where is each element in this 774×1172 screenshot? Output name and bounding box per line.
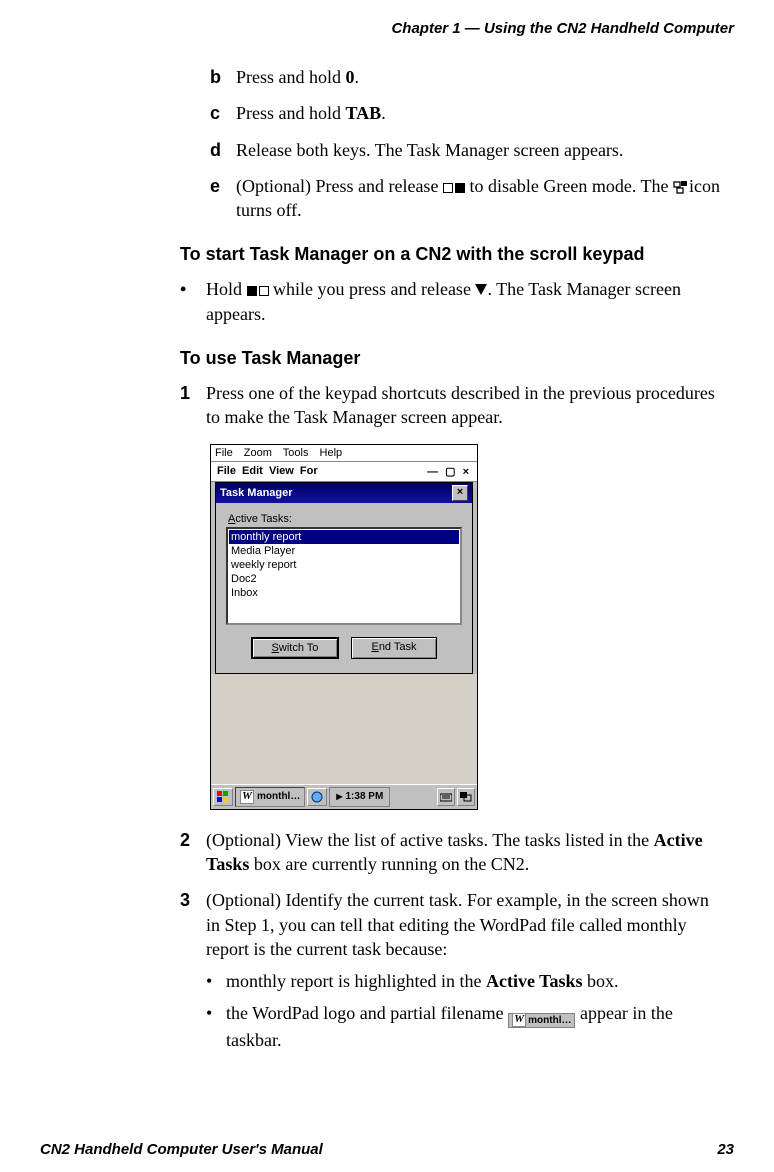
step-c-post: . [381,103,386,123]
step-marker-2: 2 [180,828,206,877]
taskbar-task[interactable]: W monthl… [235,787,305,807]
step-marker-c: c [210,101,236,125]
task-manager-screenshot: File Zoom Tools Help File Edit View For … [210,444,724,810]
active-tasks-listbox[interactable]: monthly report Media Player weekly repor… [226,527,462,625]
background-titlebar: File Edit View For — ▢ × [211,462,477,482]
step-b-post: . [355,67,360,87]
step-e-pre: (Optional) Press and release [236,176,443,196]
heading-use-task-manager: To use Task Manager [180,348,724,369]
step-e-mid: to disable Green mode. The [465,176,673,196]
page-number: 23 [717,1141,734,1158]
step-b: b Press and hold 0. [210,65,724,89]
end-task-button[interactable]: End Task [351,637,437,659]
step-c-key: TAB [346,103,382,123]
bullet-scroll: • Hold while you press and release . The… [180,277,724,326]
bullet-marker: • [180,277,206,326]
list-item[interactable]: Inbox [229,586,459,600]
globe-icon [311,791,323,803]
menu-help[interactable]: Help [320,447,343,459]
desktop-button[interactable] [307,788,327,806]
tray-keyboard-icon[interactable] [437,788,455,806]
wordpad-icon: W [512,1013,526,1027]
taskbar-task-label: monthl… [257,791,300,802]
switch-to-button[interactable]: Switch To [251,637,339,659]
heading-scroll-keypad: To start Task Manager on a CN2 with the … [180,244,724,265]
windows-icon [217,791,229,803]
sub1-post: box. [583,971,619,991]
step-b-key: 0 [346,67,355,87]
step-3-sub2: • the WordPad logo and partial filename … [206,1001,724,1052]
outer-menubar: File Zoom Tools Help [211,445,477,462]
bullet-pre: Hold [206,279,247,299]
active-tasks-label: Active Tasks: [228,513,462,525]
list-item[interactable]: monthly report [229,530,459,544]
close-icon[interactable]: × [452,485,468,501]
step-1-text: Press one of the keypad shortcuts descri… [206,381,724,430]
step-1: 1 Press one of the keypad shortcuts desc… [180,381,724,430]
menu-tools[interactable]: Tools [283,447,309,459]
step-3-text: (Optional) Identify the current task. Fo… [206,890,709,959]
step-c: c Press and hold TAB. [210,101,724,125]
step-d: d Release both keys. The Task Manager sc… [210,138,724,162]
sub1-pre: monthly report is highlighted in the [226,971,486,991]
step-3-sub1: • monthly report is highlighted in the A… [206,969,724,993]
snippet-label: monthl… [528,1014,571,1028]
list-item[interactable]: weekly report [229,558,459,572]
step-3: 3 (Optional) Identify the current task. … [180,888,724,1060]
sub2-pre: the WordPad logo and partial filename [226,1003,508,1023]
step-2-post: box are currently running on the CN2. [249,854,529,874]
step-marker-3: 3 [180,888,206,1060]
step-c-pre: Press and hold [236,103,346,123]
step-marker-1: 1 [180,381,206,430]
task-manager-titlebar: Task Manager × [216,483,472,503]
clock-time: 1:38 PM [345,791,383,802]
menu-file[interactable]: File [215,447,233,459]
green-mode-icon [673,176,689,196]
key-squares-icon [443,183,465,193]
taskbar: W monthl… ▶ 1:38 PM [211,784,477,809]
tray-windows-icon[interactable] [457,788,475,806]
footer-title: CN2 Handheld Computer User's Manual [40,1141,323,1158]
key-squares-icon [247,286,269,296]
step-e: e (Optional) Press and release to disabl… [210,174,724,223]
step-2-pre: (Optional) View the list of active tasks… [206,830,654,850]
bullet-mid: while you press and release [269,279,476,299]
taskbar-snippet: W monthl… [508,1013,575,1028]
menu-zoom[interactable]: Zoom [244,447,272,459]
wordpad-icon: W [240,790,254,804]
chapter-header: Chapter 1 — Using the CN2 Handheld Compu… [40,20,734,37]
down-arrow-icon [475,284,487,295]
start-button[interactable] [213,788,233,806]
step-d-text: Release both keys. The Task Manager scre… [236,138,724,162]
task-manager-title: Task Manager [220,487,293,499]
taskbar-clock[interactable]: ▶ 1:38 PM [329,787,390,807]
step-b-pre: Press and hold [236,67,346,87]
sub1-bold: Active Tasks [486,971,583,991]
list-item[interactable]: Doc2 [229,572,459,586]
step-marker-d: d [210,138,236,162]
step-2: 2 (Optional) View the list of active tas… [180,828,724,877]
step-marker-b: b [210,65,236,89]
step-marker-e: e [210,174,236,223]
list-item[interactable]: Media Player [229,544,459,558]
